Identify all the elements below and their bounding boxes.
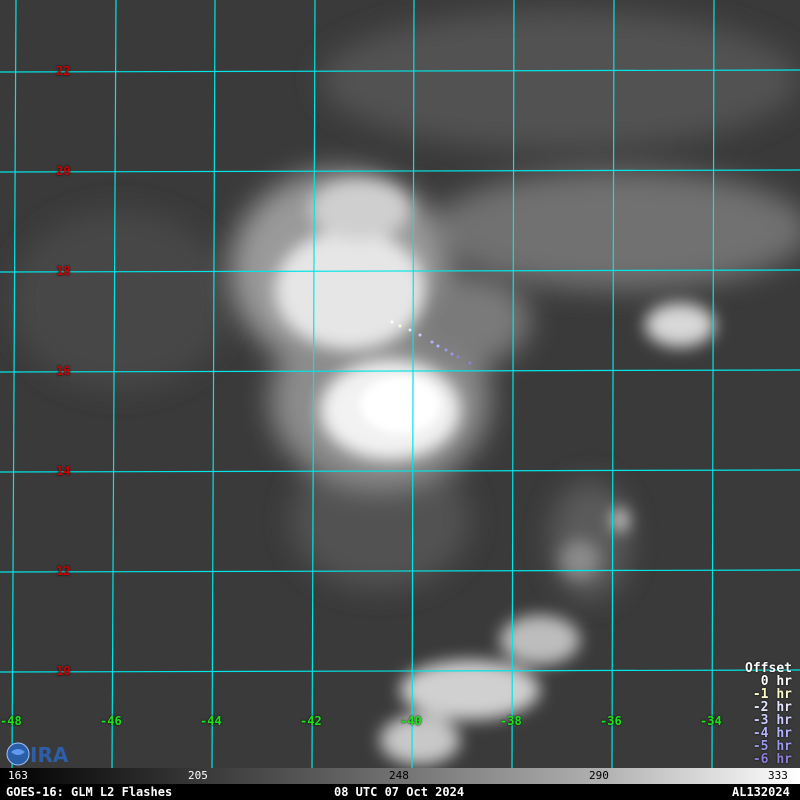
cira-logo-icon: IRA [6, 742, 69, 767]
lon-label-34: -34 [700, 714, 722, 728]
lat-label-18: 18 [56, 264, 71, 278]
colorbar-tick-2: 248 [389, 769, 409, 782]
lon-label-48: -48 [0, 714, 22, 728]
lat-label-22: 22 [56, 64, 71, 78]
lat-label-14: 14 [56, 464, 71, 478]
satellite-map: 22 20 18 16 14 12 10 -48 -46 -44 -42 -40… [0, 0, 800, 768]
colorbar-tick-4: 333 [768, 769, 788, 782]
colorbar-tick-0: 163 [8, 769, 28, 782]
svg-text:IRA: IRA [30, 743, 69, 767]
lat-label-12: 12 [56, 564, 71, 578]
legend-entry-6: -6 hr [752, 752, 792, 767]
colorbar-tick-3: 290 [589, 769, 609, 782]
lat-label-16: 16 [56, 364, 71, 378]
lon-label-46: -46 [100, 714, 122, 728]
lon-label-44: -44 [200, 714, 222, 728]
footer-storm-id: AL132024 [732, 785, 790, 799]
lat-label-20: 20 [56, 164, 71, 178]
lon-label-38: -38 [500, 714, 522, 728]
lat-label-10: 10 [56, 664, 71, 678]
footer-timestamp: 08 UTC 07 Oct 2024 [334, 785, 465, 799]
offset-legend: Offset 0 hr -1 hr -2 hr -3 hr -4 hr -5 h… [745, 662, 792, 766]
footer-bar: GOES-16: GLM L2 Flashes 08 UTC 07 Oct 20… [0, 784, 800, 800]
lon-label-36: -36 [600, 714, 622, 728]
lat-lon-grid [0, 0, 800, 768]
lon-label-40: -40 [400, 714, 422, 728]
footer-satellite-product: GOES-16: GLM L2 Flashes [6, 785, 173, 799]
colorbar-tick-1: 205 [188, 769, 208, 782]
lon-label-42: -42 [300, 714, 322, 728]
